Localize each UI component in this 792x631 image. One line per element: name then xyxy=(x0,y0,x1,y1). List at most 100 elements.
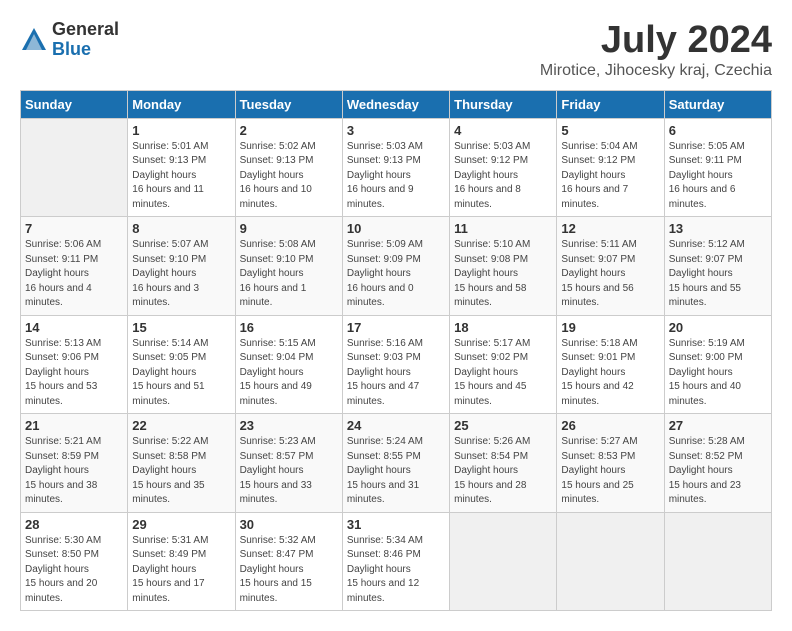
weekday-header-cell: Saturday xyxy=(664,90,771,118)
day-number: 18 xyxy=(454,320,552,335)
calendar-cell: 19 Sunrise: 5:18 AM Sunset: 9:01 PM Dayl… xyxy=(557,315,664,414)
day-info: Sunrise: 5:07 AM Sunset: 9:10 PM Dayligh… xyxy=(132,238,230,311)
day-number: 25 xyxy=(454,418,552,433)
calendar-cell xyxy=(21,118,128,217)
day-number: 9 xyxy=(240,221,338,236)
calendar-cell: 2 Sunrise: 5:02 AM Sunset: 9:13 PM Dayli… xyxy=(235,118,342,217)
weekday-header-cell: Wednesday xyxy=(342,90,449,118)
day-number: 17 xyxy=(347,320,445,335)
calendar-cell: 6 Sunrise: 5:05 AM Sunset: 9:11 PM Dayli… xyxy=(664,118,771,217)
calendar-cell: 9 Sunrise: 5:08 AM Sunset: 9:10 PM Dayli… xyxy=(235,217,342,316)
day-info: Sunrise: 5:03 AM Sunset: 9:12 PM Dayligh… xyxy=(454,140,552,213)
day-number: 23 xyxy=(240,418,338,433)
calendar-cell: 23 Sunrise: 5:23 AM Sunset: 8:57 PM Dayl… xyxy=(235,414,342,513)
calendar-cell: 24 Sunrise: 5:24 AM Sunset: 8:55 PM Dayl… xyxy=(342,414,449,513)
day-info: Sunrise: 5:10 AM Sunset: 9:08 PM Dayligh… xyxy=(454,238,552,311)
day-number: 5 xyxy=(561,123,659,138)
weekday-header-cell: Monday xyxy=(128,90,235,118)
calendar-cell: 8 Sunrise: 5:07 AM Sunset: 9:10 PM Dayli… xyxy=(128,217,235,316)
calendar-cell: 5 Sunrise: 5:04 AM Sunset: 9:12 PM Dayli… xyxy=(557,118,664,217)
day-info: Sunrise: 5:32 AM Sunset: 8:47 PM Dayligh… xyxy=(240,534,338,607)
day-number: 27 xyxy=(669,418,767,433)
day-number: 4 xyxy=(454,123,552,138)
day-info: Sunrise: 5:22 AM Sunset: 8:58 PM Dayligh… xyxy=(132,435,230,508)
logo-general-text: General xyxy=(52,20,119,40)
calendar-cell: 7 Sunrise: 5:06 AM Sunset: 9:11 PM Dayli… xyxy=(21,217,128,316)
calendar-cell: 20 Sunrise: 5:19 AM Sunset: 9:00 PM Dayl… xyxy=(664,315,771,414)
day-number: 31 xyxy=(347,517,445,532)
day-number: 6 xyxy=(669,123,767,138)
day-info: Sunrise: 5:11 AM Sunset: 9:07 PM Dayligh… xyxy=(561,238,659,311)
calendar-cell: 29 Sunrise: 5:31 AM Sunset: 8:49 PM Dayl… xyxy=(128,512,235,611)
weekday-header-cell: Friday xyxy=(557,90,664,118)
month-title: July 2024 xyxy=(540,20,772,62)
calendar-week-row: 28 Sunrise: 5:30 AM Sunset: 8:50 PM Dayl… xyxy=(21,512,772,611)
day-info: Sunrise: 5:06 AM Sunset: 9:11 PM Dayligh… xyxy=(25,238,123,311)
day-number: 11 xyxy=(454,221,552,236)
day-info: Sunrise: 5:34 AM Sunset: 8:46 PM Dayligh… xyxy=(347,534,445,607)
day-number: 16 xyxy=(240,320,338,335)
day-info: Sunrise: 5:02 AM Sunset: 9:13 PM Dayligh… xyxy=(240,140,338,213)
day-number: 3 xyxy=(347,123,445,138)
calendar-cell: 25 Sunrise: 5:26 AM Sunset: 8:54 PM Dayl… xyxy=(450,414,557,513)
calendar-week-row: 1 Sunrise: 5:01 AM Sunset: 9:13 PM Dayli… xyxy=(21,118,772,217)
calendar-cell: 3 Sunrise: 5:03 AM Sunset: 9:13 PM Dayli… xyxy=(342,118,449,217)
calendar-cell xyxy=(450,512,557,611)
calendar-cell: 22 Sunrise: 5:22 AM Sunset: 8:58 PM Dayl… xyxy=(128,414,235,513)
calendar-week-row: 14 Sunrise: 5:13 AM Sunset: 9:06 PM Dayl… xyxy=(21,315,772,414)
day-info: Sunrise: 5:09 AM Sunset: 9:09 PM Dayligh… xyxy=(347,238,445,311)
day-number: 15 xyxy=(132,320,230,335)
day-info: Sunrise: 5:03 AM Sunset: 9:13 PM Dayligh… xyxy=(347,140,445,213)
calendar-cell xyxy=(664,512,771,611)
day-info: Sunrise: 5:26 AM Sunset: 8:54 PM Dayligh… xyxy=(454,435,552,508)
day-info: Sunrise: 5:15 AM Sunset: 9:04 PM Dayligh… xyxy=(240,337,338,410)
day-number: 2 xyxy=(240,123,338,138)
day-info: Sunrise: 5:08 AM Sunset: 9:10 PM Dayligh… xyxy=(240,238,338,311)
day-number: 14 xyxy=(25,320,123,335)
weekday-header-row: SundayMondayTuesdayWednesdayThursdayFrid… xyxy=(21,90,772,118)
calendar-cell: 18 Sunrise: 5:17 AM Sunset: 9:02 PM Dayl… xyxy=(450,315,557,414)
weekday-header-cell: Tuesday xyxy=(235,90,342,118)
calendar-cell: 28 Sunrise: 5:30 AM Sunset: 8:50 PM Dayl… xyxy=(21,512,128,611)
location-title: Mirotice, Jihocesky kraj, Czechia xyxy=(540,62,772,80)
day-number: 28 xyxy=(25,517,123,532)
calendar-cell: 21 Sunrise: 5:21 AM Sunset: 8:59 PM Dayl… xyxy=(21,414,128,513)
calendar-cell xyxy=(557,512,664,611)
day-number: 8 xyxy=(132,221,230,236)
logo: General Blue xyxy=(20,20,119,60)
day-info: Sunrise: 5:16 AM Sunset: 9:03 PM Dayligh… xyxy=(347,337,445,410)
day-number: 13 xyxy=(669,221,767,236)
day-info: Sunrise: 5:21 AM Sunset: 8:59 PM Dayligh… xyxy=(25,435,123,508)
calendar-table: SundayMondayTuesdayWednesdayThursdayFrid… xyxy=(20,90,772,612)
calendar-cell: 30 Sunrise: 5:32 AM Sunset: 8:47 PM Dayl… xyxy=(235,512,342,611)
calendar-cell: 13 Sunrise: 5:12 AM Sunset: 9:07 PM Dayl… xyxy=(664,217,771,316)
calendar-cell: 11 Sunrise: 5:10 AM Sunset: 9:08 PM Dayl… xyxy=(450,217,557,316)
calendar-week-row: 21 Sunrise: 5:21 AM Sunset: 8:59 PM Dayl… xyxy=(21,414,772,513)
calendar-body: 1 Sunrise: 5:01 AM Sunset: 9:13 PM Dayli… xyxy=(21,118,772,611)
day-info: Sunrise: 5:17 AM Sunset: 9:02 PM Dayligh… xyxy=(454,337,552,410)
day-info: Sunrise: 5:12 AM Sunset: 9:07 PM Dayligh… xyxy=(669,238,767,311)
day-number: 19 xyxy=(561,320,659,335)
weekday-header-cell: Thursday xyxy=(450,90,557,118)
day-number: 10 xyxy=(347,221,445,236)
day-number: 30 xyxy=(240,517,338,532)
logo-blue-text: Blue xyxy=(52,40,119,60)
calendar-cell: 16 Sunrise: 5:15 AM Sunset: 9:04 PM Dayl… xyxy=(235,315,342,414)
day-info: Sunrise: 5:13 AM Sunset: 9:06 PM Dayligh… xyxy=(25,337,123,410)
day-info: Sunrise: 5:30 AM Sunset: 8:50 PM Dayligh… xyxy=(25,534,123,607)
calendar-cell: 14 Sunrise: 5:13 AM Sunset: 9:06 PM Dayl… xyxy=(21,315,128,414)
day-number: 22 xyxy=(132,418,230,433)
page-header: General Blue July 2024 Mirotice, Jihoces… xyxy=(20,20,772,80)
title-block: July 2024 Mirotice, Jihocesky kraj, Czec… xyxy=(540,20,772,80)
calendar-cell: 15 Sunrise: 5:14 AM Sunset: 9:05 PM Dayl… xyxy=(128,315,235,414)
calendar-week-row: 7 Sunrise: 5:06 AM Sunset: 9:11 PM Dayli… xyxy=(21,217,772,316)
day-info: Sunrise: 5:31 AM Sunset: 8:49 PM Dayligh… xyxy=(132,534,230,607)
day-number: 21 xyxy=(25,418,123,433)
calendar-cell: 17 Sunrise: 5:16 AM Sunset: 9:03 PM Dayl… xyxy=(342,315,449,414)
day-info: Sunrise: 5:05 AM Sunset: 9:11 PM Dayligh… xyxy=(669,140,767,213)
day-info: Sunrise: 5:27 AM Sunset: 8:53 PM Dayligh… xyxy=(561,435,659,508)
day-info: Sunrise: 5:04 AM Sunset: 9:12 PM Dayligh… xyxy=(561,140,659,213)
calendar-cell: 26 Sunrise: 5:27 AM Sunset: 8:53 PM Dayl… xyxy=(557,414,664,513)
calendar-cell: 31 Sunrise: 5:34 AM Sunset: 8:46 PM Dayl… xyxy=(342,512,449,611)
logo-icon xyxy=(20,26,48,54)
